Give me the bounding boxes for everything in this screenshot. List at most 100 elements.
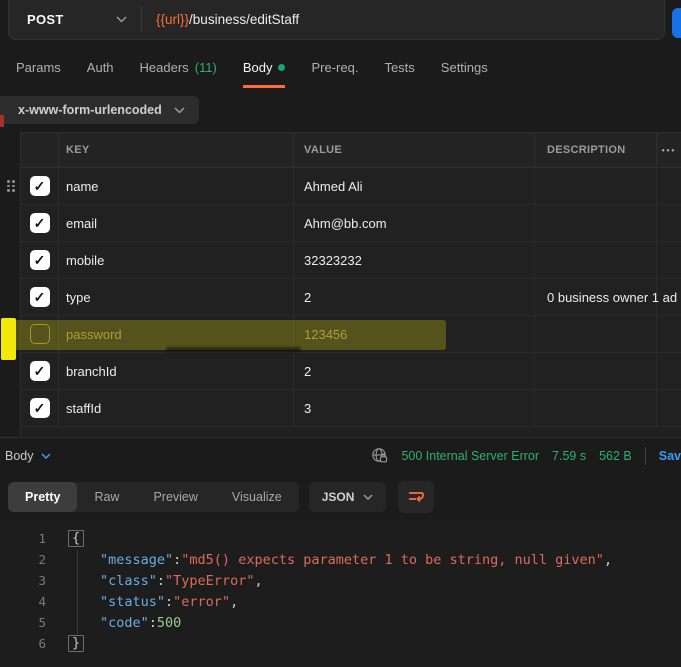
description-cell[interactable]: 0 business owner 1 ad (534, 279, 656, 315)
code-line: 1 { (0, 528, 681, 549)
table-header-row: KEY VALUE DESCRIPTION ••• (21, 132, 681, 168)
method-selector[interactable]: POST (9, 0, 141, 39)
tab-params[interactable]: Params (16, 48, 61, 88)
divider (645, 447, 646, 465)
description-cell[interactable] (534, 205, 656, 241)
tab-tests[interactable]: Tests (384, 48, 414, 88)
save-response-button[interactable]: Sav (659, 449, 681, 463)
fold-marker[interactable]: { (68, 530, 84, 547)
green-dot-icon (278, 64, 285, 71)
line-number: 5 (0, 615, 46, 630)
body-type-label: x-www-form-urlencoded (18, 103, 162, 117)
response-body-dropdown[interactable]: Body (5, 449, 51, 463)
chevron-down-icon (174, 107, 185, 114)
chevron-down-icon (363, 494, 373, 500)
code-line: 2 "message": "md5() expects parameter 1 … (0, 549, 681, 570)
key-cell[interactable]: name (58, 168, 293, 204)
response-time: 7.59 s (552, 449, 586, 463)
code-line: 4 "status": "error", (0, 591, 681, 612)
tab-pretty[interactable]: Pretty (8, 482, 77, 512)
fold-marker[interactable]: } (68, 635, 84, 652)
code-line: 3 "class": "TypeError", (0, 570, 681, 591)
line-number: 4 (0, 594, 46, 609)
response-body-editor[interactable]: 1 { 2 "message": "md5() expects paramete… (0, 520, 681, 667)
status-badge: 500 Internal Server Error (401, 449, 539, 463)
more-options-icon[interactable]: ••• (662, 146, 676, 155)
tab-raw[interactable]: Raw (77, 482, 136, 512)
form-data-table: KEY VALUE DESCRIPTION ••• ✓ name Ahmed A… (20, 132, 681, 436)
column-header-key: KEY (58, 133, 293, 167)
line-number: 1 (0, 531, 46, 546)
table-row-password-highlighted: password 123456 (21, 316, 681, 353)
row-checkbox[interactable]: ✓ (30, 398, 50, 418)
format-selector[interactable]: JSON (309, 482, 387, 512)
edge-artifact (0, 115, 4, 127)
row-checkbox-unchecked[interactable] (30, 324, 50, 344)
code-line: 5 "code": 500 (0, 612, 681, 633)
key-cell[interactable]: password (58, 316, 293, 352)
line-number: 2 (0, 552, 46, 567)
chevron-down-icon (41, 453, 51, 459)
postman-window: POST {{url}}/business/editStaff Params A… (0, 0, 681, 667)
drag-handle-icon[interactable] (7, 180, 16, 192)
key-cell[interactable]: branchId (58, 353, 293, 389)
row-checkbox[interactable]: ✓ (30, 250, 50, 270)
table-row-empty (21, 427, 681, 436)
url-variable: {{url}} (156, 12, 189, 27)
table-row: ✓ staffId 3 (21, 390, 681, 427)
headers-count-badge: (11) (195, 60, 217, 75)
tab-headers[interactable]: Headers(11) (140, 48, 217, 88)
line-number: 3 (0, 573, 46, 588)
description-cell[interactable] (534, 353, 656, 389)
chevron-down-icon (116, 16, 127, 23)
description-cell[interactable] (534, 390, 656, 426)
tab-body[interactable]: Body (243, 48, 286, 88)
column-header-description: DESCRIPTION (534, 133, 656, 167)
tab-settings[interactable]: Settings (441, 48, 488, 88)
url-path: /business/editStaff (189, 12, 299, 27)
value-cell[interactable]: 32323232 (293, 242, 534, 278)
table-row: ✓ branchId 2 (21, 353, 681, 390)
table-row: ✓ email Ahm@bb.com (21, 205, 681, 242)
row-checkbox[interactable]: ✓ (30, 287, 50, 307)
method-label: POST (27, 12, 64, 27)
table-row: ✓ mobile 32323232 (21, 242, 681, 279)
key-cell[interactable]: mobile (58, 242, 293, 278)
line-number: 6 (0, 636, 46, 651)
tab-pre-req[interactable]: Pre-req. (311, 48, 358, 88)
url-input[interactable]: {{url}}/business/editStaff (142, 12, 299, 27)
tab-auth[interactable]: Auth (87, 48, 114, 88)
table-row: ✓ type 2 0 business owner 1 ad (21, 279, 681, 316)
request-tabs: Params Auth Headers(11) Body Pre-req. Te… (0, 48, 681, 88)
network-globe-lock-icon (371, 447, 388, 464)
value-cell[interactable]: 3 (293, 390, 534, 426)
key-cell[interactable]: type (58, 279, 293, 315)
indent-guide (77, 550, 78, 634)
value-cell[interactable]: Ahmed Ali (293, 168, 534, 204)
description-cell[interactable] (534, 242, 656, 278)
description-cell[interactable] (534, 168, 656, 204)
value-cell[interactable]: 2 (293, 279, 534, 315)
key-cell[interactable]: email (58, 205, 293, 241)
view-segmented-control: Pretty Raw Preview Visualize (8, 482, 299, 512)
row-checkbox[interactable]: ✓ (30, 213, 50, 233)
description-cell[interactable] (534, 316, 656, 352)
row-checkbox[interactable]: ✓ (30, 176, 50, 196)
value-cell[interactable]: Ahm@bb.com (293, 205, 534, 241)
value-cell[interactable]: 123456 (293, 316, 534, 352)
body-type-selector[interactable]: x-www-form-urlencoded (0, 96, 199, 124)
tab-preview[interactable]: Preview (136, 482, 214, 512)
row-checkbox[interactable]: ✓ (30, 361, 50, 381)
highlighter-edge-blob (1, 318, 16, 360)
response-meta-bar: Body 500 Internal Server Error 7.59 s 56… (0, 437, 681, 473)
key-cell[interactable]: staffId (58, 390, 293, 426)
value-cell[interactable]: 2 (293, 353, 534, 389)
url-bar: POST {{url}}/business/editStaff (8, 0, 665, 40)
wrap-lines-icon (406, 488, 426, 506)
response-view-tabs: Pretty Raw Preview Visualize JSON (8, 481, 434, 513)
table-row: ✓ name Ahmed Ali (21, 168, 681, 205)
send-button[interactable] (672, 8, 681, 38)
tab-visualize[interactable]: Visualize (215, 482, 299, 512)
code-line: 6 } (0, 633, 681, 654)
wrap-lines-button[interactable] (398, 481, 434, 513)
